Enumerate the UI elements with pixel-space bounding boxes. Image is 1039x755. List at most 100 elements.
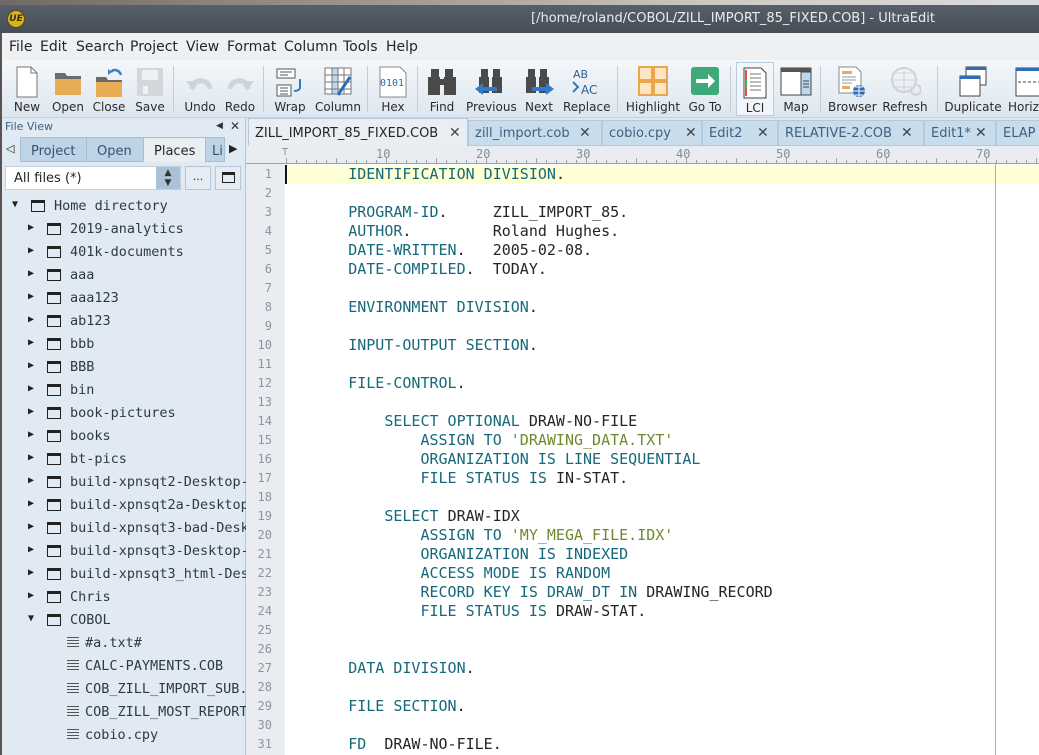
- expanded-arrow-icon[interactable]: ▼: [12, 199, 18, 210]
- collapsed-arrow-icon[interactable]: ▶: [28, 521, 34, 532]
- tree-file[interactable]: CALC-PAYMENTS.COB: [0, 656, 246, 678]
- close-tab-icon[interactable]: ✕: [757, 125, 769, 141]
- map-button[interactable]: Map: [778, 62, 814, 116]
- collapsed-arrow-icon[interactable]: ▶: [28, 406, 34, 417]
- spin-arrows-icon[interactable]: ▲ ▼: [156, 167, 180, 189]
- tab-open[interactable]: Open: [86, 137, 144, 162]
- tree-file[interactable]: COB_ZILL_IMPORT_SUB.: [0, 679, 246, 701]
- collapsed-arrow-icon[interactable]: ▶: [28, 452, 34, 463]
- document-tab[interactable]: cobio.cpy ✕: [602, 120, 702, 146]
- tree-folder[interactable]: ▶ book-pictures: [0, 403, 246, 425]
- save-button[interactable]: Save: [132, 62, 168, 116]
- tab-scroll-left-icon[interactable]: ◁: [6, 142, 14, 155]
- browser-button[interactable]: Browser: [828, 62, 877, 116]
- hex-button[interactable]: 0101 Hex: [374, 62, 412, 116]
- collapsed-arrow-icon[interactable]: ▶: [28, 314, 34, 325]
- tab-scroll-right-icon[interactable]: ▶: [229, 142, 237, 155]
- pin-panel-icon[interactable]: ◀: [216, 121, 223, 131]
- expanded-arrow-icon[interactable]: ▼: [28, 613, 34, 624]
- menu-column[interactable]: Column: [284, 39, 338, 55]
- close-tab-icon[interactable]: ✕: [579, 125, 591, 141]
- redo-button[interactable]: Redo: [222, 62, 258, 116]
- tree-folder[interactable]: ▶ aaa123: [0, 288, 246, 310]
- collapsed-arrow-icon[interactable]: ▶: [28, 498, 34, 509]
- document-tab[interactable]: Edit2 ✕: [702, 120, 778, 146]
- wrap-button[interactable]: Wrap: [271, 62, 309, 116]
- tree-folder[interactable]: ▶ ab123: [0, 311, 246, 333]
- menu-project[interactable]: Project: [130, 39, 178, 55]
- browse-button[interactable]: ...: [185, 166, 211, 190]
- menu-help[interactable]: Help: [386, 39, 418, 55]
- tree-folder[interactable]: ▶ 2019-analytics: [0, 219, 246, 241]
- tree-folder[interactable]: ▶ build-xpnsqt3_html-Des: [0, 564, 246, 586]
- new-button[interactable]: New: [8, 62, 46, 116]
- tree-file[interactable]: COB_ZILL_MOST_REPORT: [0, 702, 246, 724]
- tree-folder[interactable]: ▼ Home directory: [0, 196, 246, 218]
- duplicate-button[interactable]: Duplicate: [944, 62, 1002, 116]
- tab-lists[interactable]: Li: [205, 137, 225, 162]
- tree-file[interactable]: cobio.cpy: [0, 725, 246, 747]
- tree-folder[interactable]: ▶ build-xpnsqt2-Desktop-: [0, 472, 246, 494]
- close-tab-icon[interactable]: ✕: [449, 125, 461, 141]
- document-tab[interactable]: RELATIVE-2.COB ✕: [778, 120, 924, 146]
- collapsed-arrow-icon[interactable]: ▶: [28, 475, 34, 486]
- close-panel-icon[interactable]: ✕: [230, 119, 240, 133]
- tree-folder[interactable]: ▶ build-xpnsqt3-Desktop-: [0, 541, 246, 563]
- undo-button[interactable]: Undo: [182, 62, 218, 116]
- collapsed-arrow-icon[interactable]: ▶: [28, 590, 34, 601]
- document-tab[interactable]: ELAP: [996, 120, 1039, 146]
- collapsed-arrow-icon[interactable]: ▶: [28, 222, 34, 233]
- close-tab-icon[interactable]: ✕: [685, 125, 697, 141]
- find-button[interactable]: Find: [424, 62, 460, 116]
- tree-folder[interactable]: ▶ Chris: [0, 587, 246, 609]
- collapsed-arrow-icon[interactable]: ▶: [28, 383, 34, 394]
- next-button[interactable]: Next: [520, 62, 558, 116]
- tree-folder[interactable]: ▶ BBB: [0, 357, 246, 379]
- tree-folder[interactable]: ▶ build-xpnsqt2a-Desktop: [0, 495, 246, 517]
- menu-edit[interactable]: Edit: [40, 39, 67, 55]
- close-button[interactable]: Close: [90, 62, 128, 116]
- tree-folder[interactable]: ▶ build-xpnsqt3-bad-Desk: [0, 518, 246, 540]
- collapsed-arrow-icon[interactable]: ▶: [28, 337, 34, 348]
- collapsed-arrow-icon[interactable]: ▶: [28, 429, 34, 440]
- close-tab-icon[interactable]: ✕: [975, 125, 987, 141]
- collapsed-arrow-icon[interactable]: ▶: [28, 245, 34, 256]
- collapsed-arrow-icon[interactable]: ▶: [28, 567, 34, 578]
- tree-folder[interactable]: ▶ bt-pics: [0, 449, 246, 471]
- close-tab-icon[interactable]: ✕: [901, 125, 913, 141]
- tree-file[interactable]: #a.txt#: [0, 633, 246, 655]
- horizontal-button[interactable]: Horizontal: [1006, 62, 1039, 116]
- document-tab[interactable]: ZILL_IMPORT_85_FIXED.COB ✕: [248, 118, 468, 146]
- tree-folder[interactable]: ▶ books: [0, 426, 246, 448]
- document-tab[interactable]: zill_import.cob ✕: [468, 120, 602, 146]
- lci-button[interactable]: LCI: [736, 62, 774, 116]
- menu-tools[interactable]: Tools: [343, 39, 378, 55]
- column-button[interactable]: Column: [314, 62, 362, 116]
- previous-button[interactable]: Previous: [466, 62, 517, 116]
- tree-folder[interactable]: ▶ aaa: [0, 265, 246, 287]
- collapsed-arrow-icon[interactable]: ▶: [28, 544, 34, 555]
- menu-search[interactable]: Search: [76, 39, 124, 55]
- document-tab[interactable]: Edit1* ✕: [924, 120, 996, 146]
- open-folder-button[interactable]: [215, 166, 241, 190]
- tree-folder[interactable]: ▼ COBOL: [0, 610, 246, 632]
- menu-format[interactable]: Format: [227, 39, 276, 55]
- replace-button[interactable]: AB AC Replace: [563, 62, 610, 116]
- collapsed-arrow-icon[interactable]: ▶: [28, 360, 34, 371]
- title-bar[interactable]: UE [/home/roland/COBOL/ZILL_IMPORT_85_FI…: [0, 5, 1039, 33]
- tree-folder[interactable]: ▶ bin: [0, 380, 246, 402]
- collapsed-arrow-icon[interactable]: ▶: [28, 268, 34, 279]
- menu-file[interactable]: File: [9, 39, 32, 55]
- code-editor[interactable]: IDENTIFICATION DIVISION. PROGRAM-ID. ZIL…: [285, 164, 1039, 755]
- refresh-button[interactable]: Refresh: [880, 62, 930, 116]
- file-filter-select[interactable]: All files (*) ▲ ▼: [5, 166, 181, 190]
- tree-folder[interactable]: ▶ 401k-documents: [0, 242, 246, 264]
- menu-view[interactable]: View: [186, 39, 219, 55]
- goto-button[interactable]: Go To: [686, 62, 724, 116]
- tab-project[interactable]: Project: [20, 137, 87, 162]
- open-button[interactable]: Open: [50, 62, 86, 116]
- tab-places[interactable]: Places: [143, 137, 206, 162]
- collapsed-arrow-icon[interactable]: ▶: [28, 291, 34, 302]
- tree-folder[interactable]: ▶ bbb: [0, 334, 246, 356]
- highlight-button[interactable]: Highlight: [625, 62, 681, 116]
